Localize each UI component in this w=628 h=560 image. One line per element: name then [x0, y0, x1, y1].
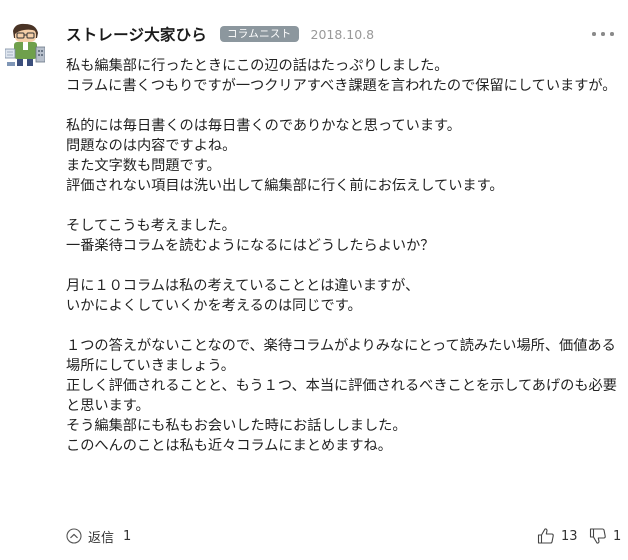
avatar[interactable] [5, 22, 45, 68]
comment-line: そう編集部にも私もお会いした時にお話ししました。 [66, 418, 407, 434]
thumbs-down-icon [589, 527, 607, 545]
comment-line: 正しく評価されることと、もう１つ、本当に評価されるべきことを示してあげのも必要と… [66, 378, 617, 414]
chevron-up-circle-icon [66, 528, 82, 544]
comment-line: コラムに書くつもりですが一つクリアすべき課題を言われたので保留にしていますが。 [66, 78, 617, 94]
comment-footer: 返信 1 13 1 [0, 524, 628, 548]
reply-count: 1 [123, 528, 132, 544]
comment-header: ストレージ大家ひら コラムニスト 2018.10.8 [66, 22, 374, 46]
reply-button[interactable]: 返信 1 [66, 524, 131, 548]
comment-line: 一番楽待コラムを読むようになるにはどうしたらよいか？ [66, 238, 435, 254]
comment-line: 評価されない項目は洗い出して編集部に行く前にお伝えしています。 [66, 178, 504, 194]
author-name[interactable]: ストレージ大家ひら [66, 23, 207, 45]
comment-line: そしてこうも考えました。 [66, 218, 236, 234]
post-date: 2018.10.8 [310, 26, 375, 42]
comment-line: 月に１０コラムは私の考えていることとは違いますが、 [66, 278, 420, 294]
upvote-button[interactable]: 13 [537, 524, 578, 548]
dot [592, 32, 596, 36]
thumbs-up-icon [537, 527, 555, 545]
dot [610, 32, 614, 36]
comment-line: いかによくしていくかを考えるのは同じです。 [66, 298, 362, 314]
downvote-count: 1 [613, 528, 622, 544]
dot [601, 32, 605, 36]
comment-line: 私的には毎日書くのは毎日書くのでありかなと思っています。 [66, 118, 461, 134]
comment-line: 問題なのは内容ですよね。 [66, 138, 237, 154]
reply-label: 返信 [88, 530, 115, 546]
columnist-badge: コラムニスト [220, 26, 299, 42]
comment-line: また文字数も問題です。 [66, 158, 221, 174]
downvote-button[interactable]: 1 [589, 524, 621, 548]
more-dots-icon[interactable] [592, 27, 614, 41]
comment-body: 私も編集部に行ったときにこの辺の話はたっぷりしました。 コラムに書くつもりですが… [66, 56, 622, 456]
upvote-count: 13 [561, 528, 578, 544]
comment-card: ストレージ大家ひら コラムニスト 2018.10.8 私も編集部に行ったときにこ… [0, 0, 628, 560]
comment-line: 私も編集部に行ったときにこの辺の話はたっぷりしました。 [66, 58, 449, 74]
comment-line: １つの答えがないことなので、楽待コラムがよりみなにとって読みたい場所、価値ある場… [66, 338, 616, 374]
comment-line: このへんのことは私も近々コラムにまとめますね。 [66, 438, 392, 454]
